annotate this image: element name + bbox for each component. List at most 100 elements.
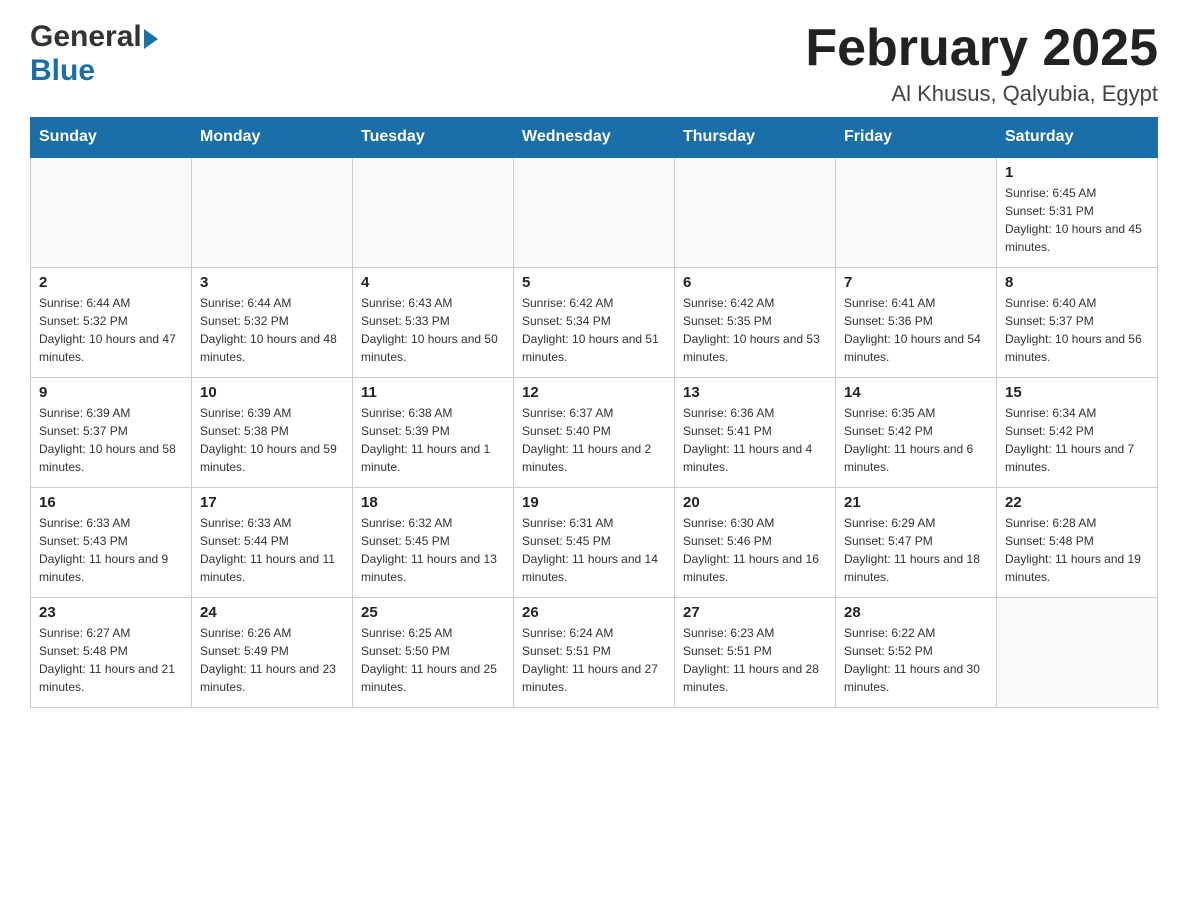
day-number: 24	[200, 604, 344, 621]
day-number: 11	[361, 384, 505, 401]
day-info: Sunrise: 6:42 AM Sunset: 5:34 PM Dayligh…	[522, 294, 666, 366]
day-info: Sunrise: 6:22 AM Sunset: 5:52 PM Dayligh…	[844, 624, 988, 696]
location-subtitle: Al Khusus, Qalyubia, Egypt	[805, 81, 1158, 107]
logo-blue-text: Blue	[30, 54, 95, 88]
calendar-cell	[836, 157, 997, 267]
day-number: 7	[844, 274, 988, 291]
day-number: 1	[1005, 164, 1149, 181]
day-number: 16	[39, 494, 183, 511]
day-number: 15	[1005, 384, 1149, 401]
day-number: 12	[522, 384, 666, 401]
day-info: Sunrise: 6:32 AM Sunset: 5:45 PM Dayligh…	[361, 514, 505, 586]
calendar-cell: 15Sunrise: 6:34 AM Sunset: 5:42 PM Dayli…	[997, 377, 1158, 487]
weekday-header-wednesday: Wednesday	[514, 118, 675, 158]
calendar-cell	[514, 157, 675, 267]
calendar-cell: 11 Sunrise: 6:38 AM Sunset: 5:39 PM Dayli…	[353, 377, 514, 487]
day-number: 8	[1005, 274, 1149, 291]
calendar-cell: 1 Sunrise: 6:45 AM Sunset: 5:31 PM Daylig…	[997, 157, 1158, 267]
calendar-cell: 28Sunrise: 6:22 AM Sunset: 5:52 PM Dayli…	[836, 597, 997, 707]
calendar-cell: 16Sunrise: 6:33 AM Sunset: 5:43 PM Dayli…	[31, 487, 192, 597]
calendar-week-row: 23 Sunrise: 6:27 AM Sunset: 5:48 PM Dayli…	[31, 597, 1158, 707]
day-info: Sunrise: 6:28 AM Sunset: 5:48 PM Dayligh…	[1005, 514, 1149, 586]
day-number: 20	[683, 494, 827, 511]
weekday-header-saturday: Saturday	[997, 118, 1158, 158]
calendar-cell: 26 Sunrise: 6:24 AM Sunset: 5:51 PM Dayli…	[514, 597, 675, 707]
day-number: 21	[844, 494, 988, 511]
day-info: Sunrise: 6:27 AM Sunset: 5:48 PM Dayligh…	[39, 624, 183, 696]
calendar-week-row: 9Sunrise: 6:39 AM Sunset: 5:37 PM Daylig…	[31, 377, 1158, 487]
calendar-cell: 9Sunrise: 6:39 AM Sunset: 5:37 PM Daylig…	[31, 377, 192, 487]
calendar-cell: 27 Sunrise: 6:23 AM Sunset: 5:51 PM Dayli…	[675, 597, 836, 707]
calendar-cell: 2 Sunrise: 6:44 AM Sunset: 5:32 PM Daylig…	[31, 267, 192, 377]
day-number: 17	[200, 494, 344, 511]
day-info: Sunrise: 6:33 AM Sunset: 5:44 PM Dayligh…	[200, 514, 344, 586]
weekday-header-thursday: Thursday	[675, 118, 836, 158]
day-number: 23	[39, 604, 183, 621]
weekday-header-friday: Friday	[836, 118, 997, 158]
day-info: Sunrise: 6:43 AM Sunset: 5:33 PM Dayligh…	[361, 294, 505, 366]
day-number: 9	[39, 384, 183, 401]
calendar-cell: 13 Sunrise: 6:36 AM Sunset: 5:41 PM Dayli…	[675, 377, 836, 487]
day-number: 6	[683, 274, 827, 291]
calendar-cell: 6 Sunrise: 6:42 AM Sunset: 5:35 PM Daylig…	[675, 267, 836, 377]
day-number: 18	[361, 494, 505, 511]
calendar-cell	[192, 157, 353, 267]
page-header: General Blue February 2025 Al Khusus, Qa…	[30, 20, 1158, 107]
day-number: 3	[200, 274, 344, 291]
calendar-table: SundayMondayTuesdayWednesdayThursdayFrid…	[30, 117, 1158, 708]
calendar-cell: 22 Sunrise: 6:28 AM Sunset: 5:48 PM Dayli…	[997, 487, 1158, 597]
day-info: Sunrise: 6:25 AM Sunset: 5:50 PM Dayligh…	[361, 624, 505, 696]
calendar-cell: 20 Sunrise: 6:30 AM Sunset: 5:46 PM Dayli…	[675, 487, 836, 597]
day-number: 4	[361, 274, 505, 291]
calendar-cell: 24 Sunrise: 6:26 AM Sunset: 5:49 PM Dayli…	[192, 597, 353, 707]
day-info: Sunrise: 6:29 AM Sunset: 5:47 PM Dayligh…	[844, 514, 988, 586]
day-info: Sunrise: 6:37 AM Sunset: 5:40 PM Dayligh…	[522, 404, 666, 476]
day-info: Sunrise: 6:36 AM Sunset: 5:41 PM Dayligh…	[683, 404, 827, 476]
day-info: Sunrise: 6:31 AM Sunset: 5:45 PM Dayligh…	[522, 514, 666, 586]
calendar-cell: 21 Sunrise: 6:29 AM Sunset: 5:47 PM Dayli…	[836, 487, 997, 597]
calendar-title: February 2025	[805, 20, 1158, 77]
day-info: Sunrise: 6:24 AM Sunset: 5:51 PM Dayligh…	[522, 624, 666, 696]
day-number: 27	[683, 604, 827, 621]
logo-arrow-icon	[144, 29, 158, 49]
day-number: 26	[522, 604, 666, 621]
logo-general-text: General	[30, 20, 142, 54]
day-number: 5	[522, 274, 666, 291]
day-number: 2	[39, 274, 183, 291]
calendar-week-row: 16Sunrise: 6:33 AM Sunset: 5:43 PM Dayli…	[31, 487, 1158, 597]
day-info: Sunrise: 6:26 AM Sunset: 5:49 PM Dayligh…	[200, 624, 344, 696]
calendar-cell: 19 Sunrise: 6:31 AM Sunset: 5:45 PM Dayli…	[514, 487, 675, 597]
weekday-header-sunday: Sunday	[31, 118, 192, 158]
calendar-cell: 10Sunrise: 6:39 AM Sunset: 5:38 PM Dayli…	[192, 377, 353, 487]
calendar-cell	[353, 157, 514, 267]
calendar-cell: 8 Sunrise: 6:40 AM Sunset: 5:37 PM Daylig…	[997, 267, 1158, 377]
day-info: Sunrise: 6:38 AM Sunset: 5:39 PM Dayligh…	[361, 404, 505, 476]
day-number: 10	[200, 384, 344, 401]
calendar-cell: 23 Sunrise: 6:27 AM Sunset: 5:48 PM Dayli…	[31, 597, 192, 707]
day-info: Sunrise: 6:41 AM Sunset: 5:36 PM Dayligh…	[844, 294, 988, 366]
calendar-cell: 3Sunrise: 6:44 AM Sunset: 5:32 PM Daylig…	[192, 267, 353, 377]
calendar-week-row: 1 Sunrise: 6:45 AM Sunset: 5:31 PM Daylig…	[31, 157, 1158, 267]
calendar-cell: 18 Sunrise: 6:32 AM Sunset: 5:45 PM Dayli…	[353, 487, 514, 597]
title-block: February 2025 Al Khusus, Qalyubia, Egypt	[805, 20, 1158, 107]
calendar-cell	[31, 157, 192, 267]
day-number: 14	[844, 384, 988, 401]
logo: General Blue	[30, 20, 158, 88]
day-number: 25	[361, 604, 505, 621]
calendar-cell	[675, 157, 836, 267]
day-number: 19	[522, 494, 666, 511]
calendar-cell: 4 Sunrise: 6:43 AM Sunset: 5:33 PM Daylig…	[353, 267, 514, 377]
day-number: 22	[1005, 494, 1149, 511]
day-info: Sunrise: 6:23 AM Sunset: 5:51 PM Dayligh…	[683, 624, 827, 696]
day-number: 13	[683, 384, 827, 401]
day-info: Sunrise: 6:45 AM Sunset: 5:31 PM Dayligh…	[1005, 184, 1149, 256]
calendar-cell: 7 Sunrise: 6:41 AM Sunset: 5:36 PM Daylig…	[836, 267, 997, 377]
calendar-cell: 14 Sunrise: 6:35 AM Sunset: 5:42 PM Dayli…	[836, 377, 997, 487]
day-info: Sunrise: 6:35 AM Sunset: 5:42 PM Dayligh…	[844, 404, 988, 476]
day-info: Sunrise: 6:30 AM Sunset: 5:46 PM Dayligh…	[683, 514, 827, 586]
day-info: Sunrise: 6:40 AM Sunset: 5:37 PM Dayligh…	[1005, 294, 1149, 366]
day-info: Sunrise: 6:44 AM Sunset: 5:32 PM Dayligh…	[39, 294, 183, 366]
day-info: Sunrise: 6:42 AM Sunset: 5:35 PM Dayligh…	[683, 294, 827, 366]
calendar-cell: 5 Sunrise: 6:42 AM Sunset: 5:34 PM Daylig…	[514, 267, 675, 377]
calendar-week-row: 2 Sunrise: 6:44 AM Sunset: 5:32 PM Daylig…	[31, 267, 1158, 377]
